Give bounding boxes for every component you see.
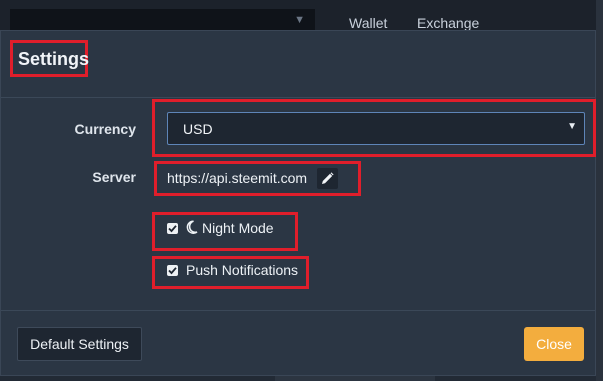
close-button[interactable]: Close: [524, 327, 584, 361]
edit-server-button[interactable]: [317, 168, 338, 189]
modal-header: Settings: [1, 31, 595, 98]
checkmark-icon: [168, 267, 177, 275]
tab-wallet[interactable]: Wallet: [349, 15, 387, 31]
background-edge: [596, 0, 603, 381]
push-notifications-label: Push Notifications: [186, 262, 299, 278]
night-mode-checkbox[interactable]: [167, 223, 178, 234]
settings-modal: Settings Currency USD ▼ Server https://a…: [0, 30, 596, 376]
currency-label: Currency: [74, 121, 136, 137]
server-url: https://api.steemit.com: [167, 170, 308, 186]
currency-select-value: USD: [183, 121, 213, 137]
push-notifications-checkbox[interactable]: [167, 265, 178, 276]
moon-icon: [186, 220, 198, 234]
modal-footer-divider: [1, 310, 595, 311]
currency-select[interactable]: USD ▼: [167, 112, 585, 145]
server-label: Server: [92, 169, 136, 185]
modal-title: Settings: [18, 49, 90, 69]
checkmark-icon: [168, 225, 177, 233]
pencil-icon: [322, 172, 334, 184]
night-mode-label: Night Mode: [202, 220, 274, 236]
tab-exchange[interactable]: Exchange: [417, 15, 479, 31]
default-settings-button[interactable]: Default Settings: [17, 327, 142, 361]
caret-down-icon: ▼: [567, 121, 577, 132]
title-highlight: Settings: [10, 40, 90, 77]
caret-down-icon: ▼: [294, 14, 305, 26]
